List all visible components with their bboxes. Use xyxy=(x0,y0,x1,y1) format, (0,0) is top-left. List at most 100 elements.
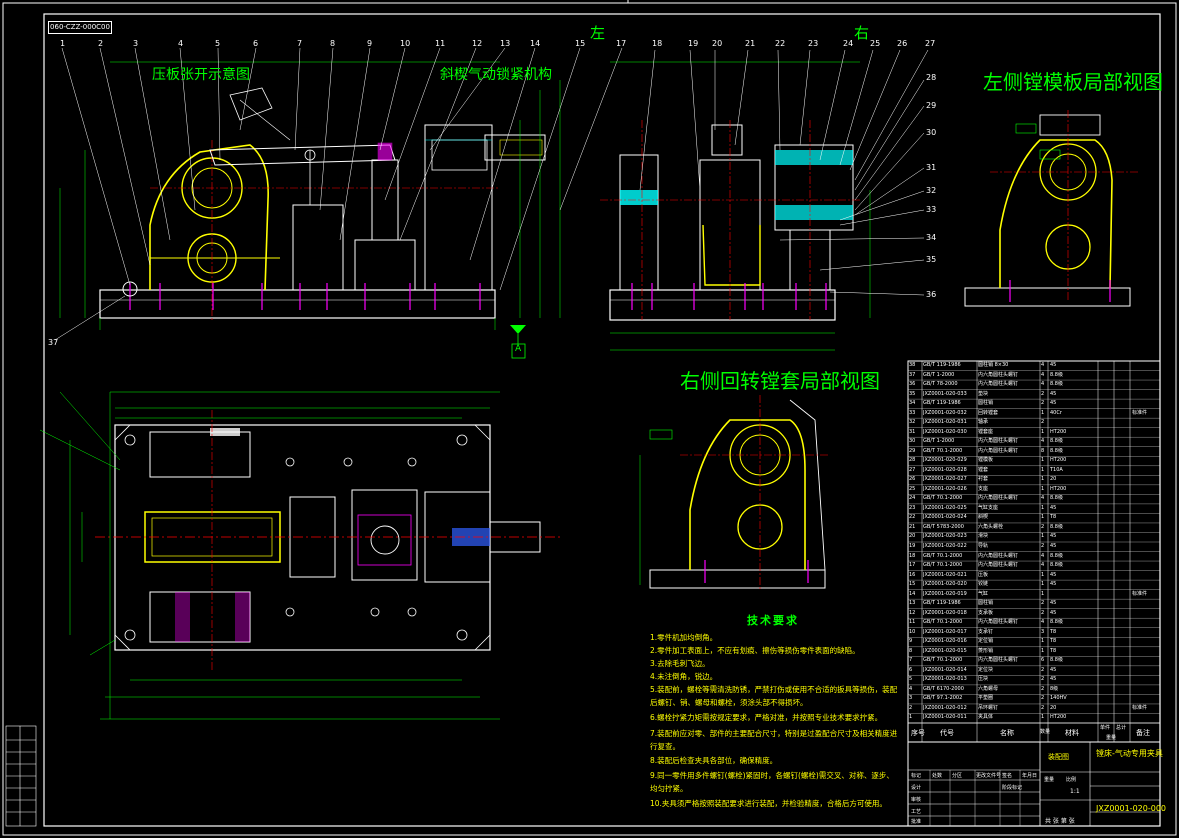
bom-cell: 标准件 xyxy=(1132,409,1148,416)
bom-cell: 25 xyxy=(909,485,916,492)
svg-text:5: 5 xyxy=(215,39,220,48)
bom-cell: 支承板 xyxy=(978,609,994,616)
bom-cell: GB/T 1-2000 xyxy=(923,438,955,445)
svg-text:9: 9 xyxy=(367,39,372,48)
bom-cell: 8.8级 xyxy=(1050,523,1063,530)
bom-cell: 夹具体 xyxy=(978,714,994,721)
bom-cell: 16 xyxy=(909,571,916,578)
bom-row: 15 JXZ0001-020-020 铰链 1 45 xyxy=(908,580,1160,589)
tech-note: 5.装配前，螺栓等需清洗防锈，严禁打伤或使用不合适的扳具等损伤，装配后螺钉、销、… xyxy=(650,685,898,707)
bom-cell: JXZ0001-020-024 xyxy=(923,514,967,521)
bom-header-remark: 备注 xyxy=(1136,729,1150,737)
bom-cell: 30 xyxy=(909,438,916,445)
bom-cell: GB/T 5783-2000 xyxy=(923,523,964,530)
bom-cell: 8.8级 xyxy=(1050,657,1063,664)
bom-cell: T8 xyxy=(1050,514,1057,521)
bom-cell: 2 xyxy=(1041,543,1045,549)
bom-row: 27 JXZ0001-020-028 镗套 1 T10A xyxy=(908,466,1160,475)
right-boring-view xyxy=(639,395,830,590)
bom-cell: 45 xyxy=(1050,666,1057,673)
bom-cell: 4 xyxy=(1041,552,1045,559)
bom-header-qty: 数量 xyxy=(1040,729,1051,735)
bom-cell: 32 xyxy=(909,419,916,426)
bom-cell: 1 xyxy=(1041,533,1045,540)
bom-cell: 内六角圆柱头螺钉 xyxy=(978,619,1019,626)
bom-cell: HT200 xyxy=(1050,485,1067,492)
bom-cell: 内六角圆柱头螺钉 xyxy=(978,371,1019,378)
datum-label: A xyxy=(515,344,522,354)
bom-row: 9 JXZ0001-020-016 定位销 1 T8 xyxy=(908,637,1160,646)
bom-cell: 镗模板 xyxy=(978,457,994,464)
bom-row: 12 JXZ0001-020-018 支承板 2 45 xyxy=(908,609,1160,618)
bom-cell: 23 xyxy=(909,504,916,511)
bom-row: 37 GB/T 1-2000 内六角圆柱头螺钉 4 8.8级 xyxy=(908,371,1160,380)
bom-row: 22 JXZ0001-020-024 斜楔 1 T8 xyxy=(908,513,1160,522)
bom-cell: 压板 xyxy=(978,571,989,578)
bom-cell: GB/T 119-1986 xyxy=(923,400,961,407)
bom-header-material: 材料 xyxy=(1065,729,1079,737)
bom-row: 1 JXZ0001-020-011 夹具体 1 HT200 xyxy=(908,713,1160,722)
bom-cell: 8 xyxy=(1041,447,1045,454)
tb-label: 审核 xyxy=(911,797,922,803)
right-side-label: 右 xyxy=(854,24,870,42)
bom-cell: GB/T 6170-2000 xyxy=(923,685,964,692)
base-plate xyxy=(99,289,496,319)
bom-row: 17 GB/T 70.1-2000 内六角圆柱头螺钉 4 8.8级 xyxy=(908,561,1160,570)
bom-cell: 6 xyxy=(1041,657,1045,664)
bom-cell: 圆柱销 xyxy=(978,400,994,407)
bom-row: 32 JXZ0001-020-031 轴承 2 xyxy=(908,418,1160,427)
bom-cell: 内六角圆柱头螺钉 xyxy=(978,657,1019,664)
tech-requirements-title: 技术要求 xyxy=(747,614,799,627)
bom-cell: 40Cr xyxy=(1050,409,1062,416)
bom-cell: 45 xyxy=(1050,543,1057,549)
bom-cell: 1 xyxy=(1041,485,1045,492)
bom-cell: 27 xyxy=(909,466,916,473)
bom-cell: 吊环螺钉 xyxy=(978,704,999,711)
bom-cell: 33 xyxy=(909,409,916,416)
bom-cell: JXZ0001-020-023 xyxy=(923,533,967,540)
tb-label: 标记 xyxy=(911,773,922,779)
bom-cell: T8 xyxy=(1050,628,1057,635)
bom-row: 4 GB/T 6170-2000 六角螺母 2 8级 xyxy=(908,685,1160,694)
bom-cell: 1 xyxy=(909,714,913,721)
bom-cell: 45 xyxy=(1050,390,1057,397)
tb-label: 批准 xyxy=(911,819,922,825)
bom-row: 16 JXZ0001-020-021 压板 1 45 xyxy=(908,571,1160,580)
bom-cell: 滑块 xyxy=(978,533,989,540)
bom-cell: 1 xyxy=(1041,476,1045,483)
bom-cell: 45 xyxy=(1050,504,1057,511)
bom-row: 38 GB/T 119-1986 圆柱销 8×30 4 45 xyxy=(908,361,1160,370)
bom-cell: HT200 xyxy=(1050,714,1067,721)
bom-cell: GB/T 70.1-2000 xyxy=(923,657,963,664)
svg-text:37: 37 xyxy=(48,338,58,347)
drawing-title: 镗床-气动专用夹具 xyxy=(1096,749,1163,758)
bom-cell: 38 xyxy=(909,362,916,368)
svg-text:22: 22 xyxy=(775,39,785,48)
bom-cell: 37 xyxy=(909,371,916,378)
bom-cell: 标准件 xyxy=(1132,704,1148,711)
bom-cell: 3 xyxy=(909,695,913,702)
bom-cell: 定位块 xyxy=(978,666,994,673)
bom-row: 26 JXZ0001-020-027 衬套 1 20 xyxy=(908,475,1160,484)
bom-cell: 1 xyxy=(1041,581,1045,588)
tb-label: 设计 xyxy=(911,785,922,791)
bom-cell: GB/T 70.1-2000 xyxy=(923,447,963,454)
bom-table: 38 GB/T 119-1986 圆柱销 8×30 4 45 37 GB/T 1-2000 内… xyxy=(908,361,1160,739)
bom-cell: 压块 xyxy=(978,676,989,683)
bom-header-total: 总计 xyxy=(1116,725,1127,731)
bom-row: 5 JXZ0001-020-013 压块 2 45 xyxy=(908,675,1160,684)
bom-cell: 平垫圈 xyxy=(978,695,994,702)
sheet-info: 共 张 第 张 xyxy=(1045,818,1075,825)
bom-cell: 2 xyxy=(1041,400,1045,407)
bom-cell: 1 xyxy=(1041,428,1045,435)
bom-row: 36 GB/T 78-2000 内六角圆柱头螺钉 4 8.8级 xyxy=(908,380,1160,389)
bom-cell: 20 xyxy=(1050,476,1057,483)
bom-cell: 45 xyxy=(1050,609,1057,616)
bom-header-name: 名称 xyxy=(1000,729,1014,737)
bom-row: 11 GB/T 70.1-2000 内六角圆柱头螺钉 4 8.8级 xyxy=(908,618,1160,627)
svg-text:27: 27 xyxy=(925,39,935,48)
plan-base xyxy=(114,424,491,651)
front-view: 123 456 789 10 11 12 13 14 15 17 18 19 20 21 22 … xyxy=(48,39,936,347)
svg-text:35: 35 xyxy=(926,255,936,264)
margin-stamp xyxy=(5,725,37,827)
